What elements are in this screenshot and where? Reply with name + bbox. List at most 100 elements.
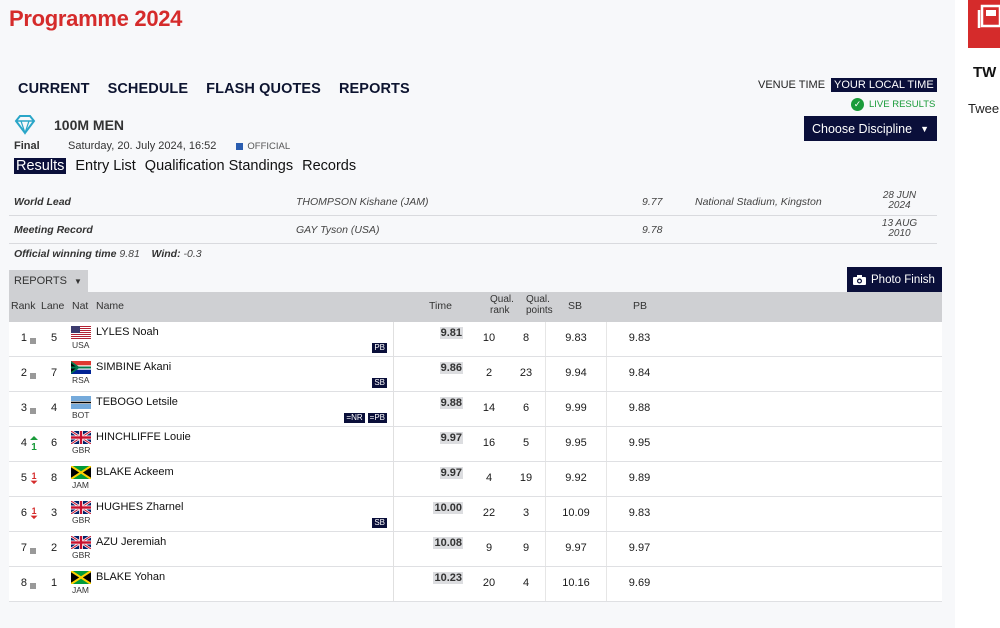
flag-jam-icon bbox=[71, 466, 91, 479]
event-phase: Final bbox=[14, 140, 40, 152]
rank: 5 bbox=[20, 472, 27, 484]
news-icon[interactable] bbox=[968, 0, 1000, 48]
event-date: Saturday, 20. July 2024, 16:52 bbox=[68, 140, 217, 152]
local-time-option[interactable]: YOUR LOCAL TIME bbox=[831, 78, 937, 92]
lane: 5 bbox=[51, 332, 58, 344]
record-date-year: 2010 bbox=[888, 228, 911, 239]
time-cell: 9.81 bbox=[393, 322, 467, 356]
rank: 2 bbox=[20, 367, 27, 379]
header-nat[interactable]: Nat bbox=[72, 300, 88, 312]
qual-points: 3 bbox=[522, 507, 530, 519]
flag-usa-icon bbox=[71, 326, 91, 339]
season-best: 9.97 bbox=[545, 532, 607, 566]
venue-time-option[interactable]: VENUE TIME bbox=[758, 79, 825, 91]
badges: =NR =PB bbox=[309, 413, 387, 423]
live-results-link[interactable]: ✓ LIVE RESULTS bbox=[851, 98, 935, 111]
header-qual-points-line1: Qual. bbox=[526, 294, 550, 305]
athlete-name[interactable]: LYLES Noah bbox=[96, 326, 159, 338]
lane: 6 bbox=[51, 437, 58, 449]
caret-down-icon: ▼ bbox=[920, 123, 929, 134]
tab-entry-list[interactable]: Entry List bbox=[75, 158, 135, 174]
record-type: World Lead bbox=[14, 196, 71, 208]
tab-qualification-standings[interactable]: Qualification Standings bbox=[145, 158, 293, 174]
tab-records[interactable]: Records bbox=[302, 158, 356, 174]
header-name[interactable]: Name bbox=[96, 300, 124, 312]
reports-dropdown[interactable]: REPORTS ▼ bbox=[9, 270, 88, 292]
athlete-name[interactable]: BLAKE Yohan bbox=[96, 571, 165, 583]
rank: 3 bbox=[20, 402, 27, 414]
record-badge: =PB bbox=[367, 413, 387, 423]
header-sb[interactable]: SB bbox=[568, 300, 582, 312]
flag-rsa-icon bbox=[71, 361, 91, 374]
season-best: 10.16 bbox=[545, 567, 607, 601]
result-row[interactable]: 6 1 3 GBR HUGHES Zharnel SB 10.00 22 3 10.09 9.83 bbox=[9, 497, 942, 532]
choose-discipline-label: Choose Discipline bbox=[812, 121, 913, 136]
time-cell: 9.97 bbox=[393, 462, 467, 496]
result-row[interactable]: 8 1 JAM BLAKE Yohan 10.23 20 4 10.16 9.69 bbox=[9, 567, 942, 602]
event-tabs: Results Entry List Qualification Standin… bbox=[14, 158, 365, 174]
record-badge: SB bbox=[372, 518, 387, 528]
result-row[interactable]: 1 5 USA LYLES Noah PB 9.81 10 8 9.83 9.83 bbox=[9, 322, 942, 357]
header-pb[interactable]: PB bbox=[633, 300, 647, 312]
svg-text:1: 1 bbox=[32, 506, 37, 516]
results-body: 1 5 USA LYLES Noah PB 9.81 10 8 9.83 9.83 2 7 RSA SIM… bbox=[9, 322, 942, 602]
rank-same-icon bbox=[30, 580, 38, 594]
results-table: Rank Lane Nat Name Time Qual. rank Qual. p… bbox=[9, 292, 942, 602]
header-rank[interactable]: Rank bbox=[11, 300, 36, 312]
rank: 8 bbox=[20, 577, 27, 589]
nav-current[interactable]: CURRENT bbox=[18, 81, 90, 97]
result-row[interactable]: 4 1 6 GBR HINCHLIFFE Louie 9.97 16 5 9.95 9.95 bbox=[9, 427, 942, 462]
result-row[interactable]: 3 4 BOT TEBOGO Letsile =NR =PB 9.88 14 6 9.99 9.88 bbox=[9, 392, 942, 427]
athlete-name[interactable]: HUGHES Zharnel bbox=[96, 501, 183, 513]
header-qual-points-line2: points bbox=[526, 305, 553, 316]
winning-time-label: Official winning time bbox=[14, 248, 117, 260]
badges: SB bbox=[309, 378, 387, 388]
qual-rank: 16 bbox=[482, 437, 496, 449]
official-square-icon bbox=[236, 142, 244, 150]
record-date: 13 AUG 2010 bbox=[877, 219, 922, 239]
athlete-name[interactable]: TEBOGO Letsile bbox=[96, 396, 178, 408]
athlete-name[interactable]: SIMBINE Akani bbox=[96, 361, 171, 373]
result-row[interactable]: 2 7 RSA SIMBINE Akani SB 9.86 2 23 9.94 9.84 bbox=[9, 357, 942, 392]
nationality: GBR bbox=[72, 515, 91, 525]
nav-flash-quotes[interactable]: FLASH QUOTES bbox=[206, 81, 321, 97]
tab-results[interactable]: Results bbox=[14, 158, 67, 174]
choose-discipline-button[interactable]: Choose Discipline ▼ bbox=[804, 116, 937, 141]
timezone-toggle: VENUE TIME YOUR LOCAL TIME bbox=[758, 78, 937, 92]
rank-same-icon bbox=[30, 545, 38, 559]
winning-info: Official winning time 9.81 Wind: -0.3 bbox=[14, 248, 202, 260]
header-qual-points[interactable]: Qual. points bbox=[510, 294, 553, 316]
qual-points: 19 bbox=[519, 472, 533, 484]
personal-best: 9.95 bbox=[628, 437, 651, 449]
winning-time-value: 9.81 bbox=[119, 248, 140, 260]
athlete-name[interactable]: BLAKE Ackeem bbox=[96, 466, 174, 478]
record-date-year: 2024 bbox=[888, 200, 911, 211]
flag-gbr-icon bbox=[71, 431, 91, 444]
athlete-name[interactable]: HINCHLIFFE Louie bbox=[96, 431, 191, 443]
time: 9.86 bbox=[439, 362, 463, 374]
photo-finish-button[interactable]: Photo Finish bbox=[847, 267, 942, 292]
header-qual-rank[interactable]: Qual. rank bbox=[477, 294, 514, 316]
header-lane[interactable]: Lane bbox=[41, 300, 64, 312]
record-row: Meeting Record GAY Tyson (USA) 9.78 13 A… bbox=[9, 216, 937, 244]
badges: PB bbox=[309, 343, 387, 353]
nav-reports[interactable]: REPORTS bbox=[339, 81, 410, 97]
event-header: 100M MEN bbox=[14, 115, 124, 135]
nationality: RSA bbox=[72, 375, 90, 385]
result-row[interactable]: 7 2 GBR AZU Jeremiah 10.08 9 9 9.97 9.97 bbox=[9, 532, 942, 567]
nav-schedule[interactable]: SCHEDULE bbox=[108, 81, 189, 97]
personal-best: 9.97 bbox=[628, 542, 651, 554]
athlete-name[interactable]: AZU Jeremiah bbox=[96, 536, 166, 548]
event-name: 100M MEN bbox=[54, 117, 125, 133]
time: 9.88 bbox=[439, 397, 463, 409]
flag-bot-icon bbox=[71, 396, 91, 409]
result-row[interactable]: 5 1 8 JAM BLAKE Ackeem 9.97 4 19 9.92 9.89 bbox=[9, 462, 942, 497]
main-nav: CURRENT SCHEDULE FLASH QUOTES REPORTS bbox=[18, 81, 428, 97]
qual-rank: 2 bbox=[485, 367, 493, 379]
record-row: World Lead THOMPSON Kishane (JAM) 9.77 N… bbox=[9, 188, 937, 216]
qual-points: 4 bbox=[522, 577, 530, 589]
live-icon: ✓ bbox=[851, 98, 864, 111]
header-time[interactable]: Time bbox=[429, 300, 452, 312]
rank: 1 bbox=[20, 332, 27, 344]
qual-rank: 14 bbox=[482, 402, 496, 414]
